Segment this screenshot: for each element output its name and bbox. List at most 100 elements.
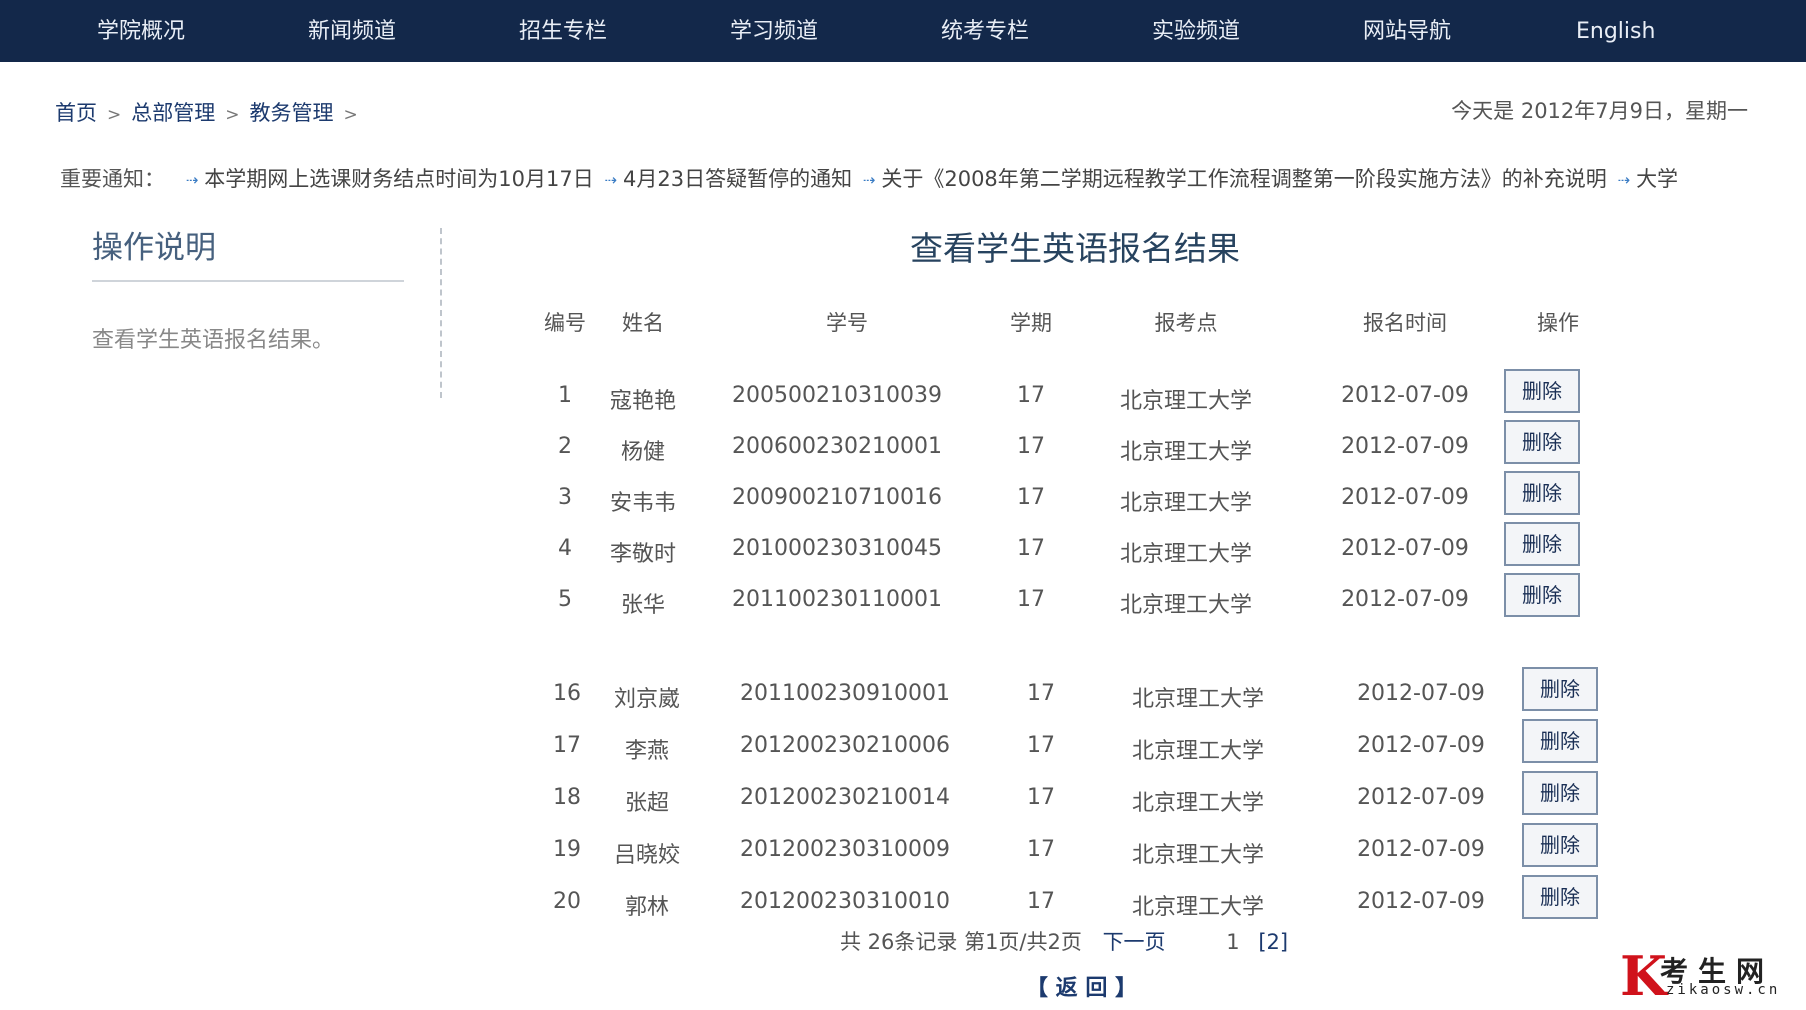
notice-link[interactable]: 大学 [1636, 167, 1678, 191]
cell-term: 17 [1027, 889, 1055, 914]
cell-signup-time: 2012-07-09 [1341, 536, 1469, 561]
nav-item-exams[interactable]: 统考专栏 [941, 0, 1029, 62]
cell-signup-time: 2012-07-09 [1341, 434, 1469, 459]
nav-item-admissions[interactable]: 招生专栏 [519, 0, 607, 62]
nav-item-english[interactable]: English [1576, 0, 1655, 62]
col-header-exam-site: 报考点 [1154, 311, 1218, 335]
cell-student-id: 201100230110001 [732, 587, 942, 612]
cell-student-id: 201200230210006 [740, 733, 950, 758]
pagination: 共 26条记录 第1页/共2页 下一页 1 [2] [840, 926, 1288, 956]
cell-name: 李燕 [624, 739, 669, 764]
breadcrumb-home[interactable]: 首页 [55, 101, 97, 125]
delete-button[interactable]: 删除 [1522, 875, 1598, 919]
cell-name: 张超 [624, 791, 669, 816]
cell-number: 19 [553, 837, 581, 862]
col-header-name: 姓名 [622, 311, 664, 335]
arrow-icon: ⇢ [185, 171, 199, 189]
current-page: 1 [1226, 930, 1240, 954]
cell-name: 吕晓姣 [613, 843, 680, 868]
delete-button[interactable]: 删除 [1522, 771, 1598, 815]
cell-signup-time: 2012-07-09 [1357, 889, 1485, 914]
cell-name: 刘京崴 [613, 687, 680, 712]
nav-item-about[interactable]: 学院概况 [97, 0, 185, 62]
delete-button[interactable]: 删除 [1504, 471, 1580, 515]
notice-link[interactable]: 关于《2008年第二学期远程教学工作流程调整第一阶段实施方法》的补充说明 [881, 167, 1606, 191]
delete-button[interactable]: 删除 [1522, 719, 1598, 763]
cell-signup-time: 2012-07-09 [1341, 587, 1469, 612]
delete-button[interactable]: 删除 [1504, 420, 1580, 464]
cell-name: 郭林 [624, 895, 669, 920]
cell-exam-site: 北京理工大学 [1119, 542, 1252, 567]
cell-term: 17 [1027, 785, 1055, 810]
cell-student-id: 201200230310009 [740, 837, 950, 862]
cell-signup-time: 2012-07-09 [1357, 837, 1485, 862]
cell-number: 2 [558, 434, 572, 459]
cell-term: 17 [1017, 587, 1045, 612]
cell-term: 17 [1017, 485, 1045, 510]
cell-student-id: 200500210310039 [732, 383, 942, 408]
arrow-icon: ⇢ [862, 171, 876, 189]
breadcrumb: 首页 > 总部管理 > 教务管理 > [55, 97, 368, 127]
cell-name: 安韦韦 [609, 491, 676, 516]
delete-button[interactable]: 删除 [1522, 823, 1598, 867]
sidebar-divider [92, 280, 404, 282]
notice-bar: 重要通知： ⇢ 本学期网上选课财务结点时间为10月17日 ⇢ 4月23日答疑暂停的通… [60, 163, 1750, 193]
cell-exam-site: 北京理工大学 [1131, 791, 1264, 816]
next-page-link[interactable]: 下一页 [1103, 930, 1166, 954]
delete-button[interactable]: 删除 [1504, 522, 1580, 566]
cell-exam-site: 北京理工大学 [1131, 843, 1264, 868]
cell-signup-time: 2012-07-09 [1341, 383, 1469, 408]
delete-button[interactable]: 删除 [1504, 369, 1580, 413]
col-header-term: 学期 [1010, 311, 1052, 335]
nav-item-news[interactable]: 新闻频道 [308, 0, 396, 62]
nav-item-lab[interactable]: 实验频道 [1152, 0, 1240, 62]
cell-term: 17 [1017, 434, 1045, 459]
nav-item-sitemap[interactable]: 网站导航 [1363, 0, 1451, 62]
breadcrumb-academic-admin[interactable]: 教务管理 [250, 101, 334, 125]
sidebar-description: 查看学生英语报名结果。 [92, 328, 335, 353]
col-header-actions: 操作 [1537, 311, 1579, 335]
column-divider [440, 228, 442, 398]
breadcrumb-hq-admin[interactable]: 总部管理 [131, 101, 215, 125]
col-header-signup-time: 报名时间 [1363, 311, 1447, 335]
cell-name: 寇艳艳 [609, 389, 676, 414]
cell-exam-site: 北京理工大学 [1131, 895, 1264, 920]
cell-number: 17 [553, 733, 581, 758]
logo-domain: zikaosw.cn [1666, 982, 1781, 998]
today-date: 今天是 2012年7月9日，星期一 [1451, 99, 1748, 123]
breadcrumb-separator: > [343, 105, 358, 125]
back-link[interactable]: 【 返 回 】 [1026, 970, 1137, 1002]
cell-name: 张华 [620, 593, 665, 618]
cell-signup-time: 2012-07-09 [1357, 681, 1485, 706]
cell-term: 17 [1027, 733, 1055, 758]
cell-number: 18 [553, 785, 581, 810]
cell-signup-time: 2012-07-09 [1357, 785, 1485, 810]
breadcrumb-separator: > [225, 105, 240, 125]
delete-button[interactable]: 删除 [1504, 573, 1580, 617]
notice-link[interactable]: 4月23日答疑暂停的通知 [623, 167, 852, 191]
delete-button[interactable]: 删除 [1522, 667, 1598, 711]
notice-label: 重要通知： [60, 167, 165, 191]
cell-term: 17 [1017, 383, 1045, 408]
cell-number: 20 [553, 889, 581, 914]
nav-item-study[interactable]: 学习频道 [730, 0, 818, 62]
notice-link[interactable]: 本学期网上选课财务结点时间为10月17日 [204, 167, 593, 191]
col-header-student-id: 学号 [826, 311, 868, 335]
cell-student-id: 200600230210001 [732, 434, 942, 459]
cell-exam-site: 北京理工大学 [1119, 491, 1252, 516]
cell-name: 李敬时 [609, 542, 676, 567]
page-2-link[interactable]: [2] [1258, 930, 1288, 954]
cell-exam-site: 北京理工大学 [1119, 593, 1252, 618]
cell-exam-site: 北京理工大学 [1119, 389, 1252, 414]
pagination-summary: 共 26条记录 第1页/共2页 [840, 930, 1082, 954]
cell-student-id: 201200230210014 [740, 785, 950, 810]
cell-signup-time: 2012-07-09 [1357, 733, 1485, 758]
cell-signup-time: 2012-07-09 [1341, 485, 1469, 510]
cell-name: 杨健 [620, 440, 665, 465]
arrow-icon: ⇢ [604, 171, 617, 189]
breadcrumb-separator: > [107, 105, 122, 125]
col-header-number: 编号 [544, 311, 586, 335]
arrow-icon: ⇢ [1617, 171, 1631, 189]
cell-term: 17 [1027, 681, 1055, 706]
cell-term: 17 [1017, 536, 1045, 561]
